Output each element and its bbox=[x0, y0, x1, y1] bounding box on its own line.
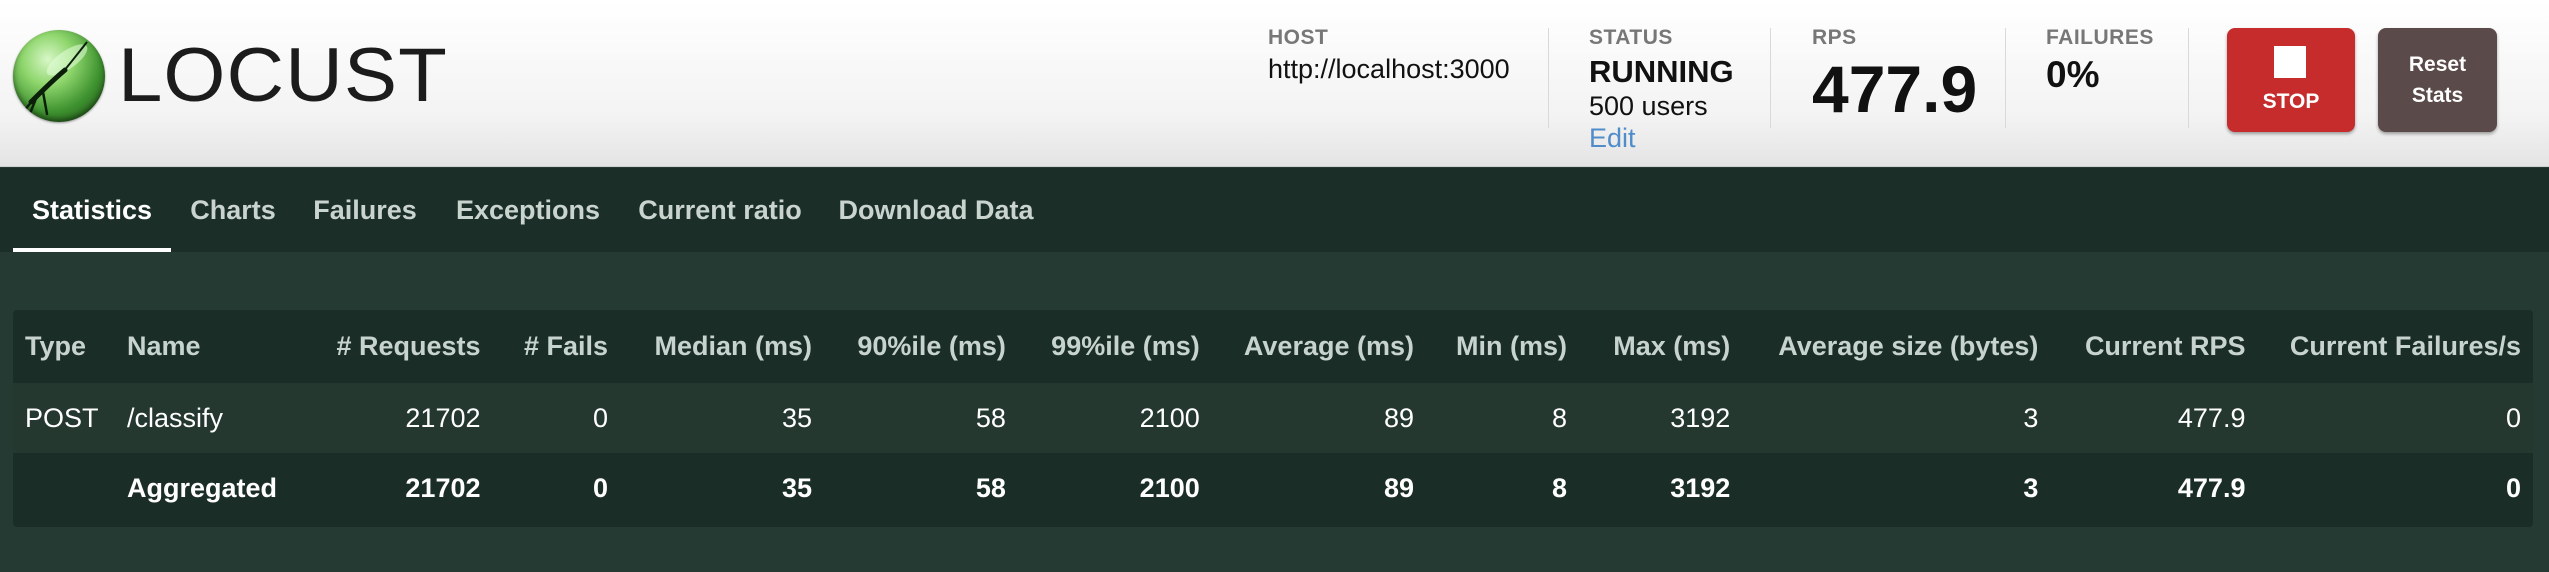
reset-label-line1: Reset bbox=[2408, 53, 2467, 76]
cell-99ile: 2100 bbox=[1139, 472, 1200, 503]
cell-type: POST bbox=[13, 383, 116, 453]
cell-90ile: 58 bbox=[824, 383, 1018, 453]
status-value: RUNNING bbox=[1589, 54, 1734, 89]
cell-avg-size: 3 bbox=[1742, 383, 2051, 453]
column-header-max[interactable]: Max (ms) bbox=[1579, 310, 1742, 383]
cell-fails: 0 bbox=[592, 472, 609, 503]
tab-failures[interactable]: Failures bbox=[304, 168, 426, 252]
tab-bar: Statistics Charts Failures Exceptions Cu… bbox=[0, 168, 2549, 252]
cell-average: 89 bbox=[1211, 383, 1426, 453]
stop-button[interactable]: STOP bbox=[2227, 28, 2355, 132]
cell-current-rps: 477.9 bbox=[2177, 472, 2246, 503]
status-label: STATUS bbox=[1589, 26, 1673, 49]
table-header-row: Type Name # Requests # Fails Median (ms)… bbox=[13, 310, 2533, 383]
reset-label-line2: Stats bbox=[2411, 84, 2464, 107]
cell-max: 3192 bbox=[1670, 472, 1731, 503]
column-header-requests[interactable]: # Requests bbox=[309, 310, 493, 383]
cell-min: 8 bbox=[1552, 472, 1568, 503]
column-header-min[interactable]: Min (ms) bbox=[1426, 310, 1579, 383]
divider bbox=[2188, 28, 2189, 128]
cell-max: 3192 bbox=[1579, 383, 1743, 453]
locust-logo-icon bbox=[13, 30, 105, 122]
column-header-avg-size[interactable]: Average size (bytes) bbox=[1742, 310, 2050, 383]
column-header-average[interactable]: Average (ms) bbox=[1212, 310, 1426, 383]
rps-value: 477.9 bbox=[1812, 52, 1978, 126]
divider bbox=[1770, 28, 1771, 128]
host-label: HOST bbox=[1268, 26, 1329, 49]
tab-exceptions[interactable]: Exceptions bbox=[445, 168, 611, 252]
column-header-type[interactable]: Type bbox=[13, 310, 115, 383]
tab-charts[interactable]: Charts bbox=[180, 168, 286, 252]
header: LOCUST HOST http://localhost:3000 STATUS… bbox=[0, 0, 2549, 167]
failures-value: 0% bbox=[2046, 54, 2100, 95]
cell-fails: 0 bbox=[492, 383, 621, 453]
rps-label: RPS bbox=[1812, 26, 1857, 49]
cell-99ile: 2100 bbox=[1017, 383, 1212, 453]
failures-label: FAILURES bbox=[2046, 26, 2154, 49]
host-value: http://localhost:3000 bbox=[1268, 54, 1510, 84]
divider bbox=[2005, 28, 2006, 128]
edit-users-link[interactable]: Edit bbox=[1589, 122, 1734, 154]
column-header-90ile[interactable]: 90%ile (ms) bbox=[824, 310, 1018, 383]
cell-type bbox=[13, 453, 115, 523]
statistics-table-panel: Type Name # Requests # Fails Median (ms)… bbox=[13, 310, 2533, 527]
rps-block: RPS 477.9 bbox=[1812, 26, 1977, 124]
statistics-table: Type Name # Requests # Fails Median (ms)… bbox=[13, 310, 2533, 523]
cell-requests: 21702 bbox=[405, 472, 481, 503]
user-count: 500 users bbox=[1589, 91, 1708, 121]
cell-current-failures: 0 bbox=[2257, 383, 2533, 453]
divider bbox=[1548, 28, 1549, 128]
column-header-median[interactable]: Median (ms) bbox=[620, 310, 824, 383]
reset-stats-button[interactable]: Reset Stats bbox=[2378, 28, 2497, 132]
cell-90ile: 58 bbox=[975, 472, 1006, 503]
table-row-aggregated: Aggregated 21702 0 35 58 2100 89 8 3192 … bbox=[13, 453, 2533, 523]
status-block: STATUS RUNNING 500 users Edit bbox=[1589, 26, 1734, 154]
logo-text: LOCUST bbox=[118, 33, 448, 118]
cell-name: Aggregated bbox=[127, 472, 278, 503]
cell-name: /classify bbox=[115, 383, 309, 453]
cell-min: 8 bbox=[1426, 383, 1580, 453]
column-header-fails[interactable]: # Fails bbox=[493, 310, 621, 383]
cell-average: 89 bbox=[1383, 472, 1414, 503]
tab-current-ratio[interactable]: Current ratio bbox=[629, 168, 811, 252]
column-header-99ile[interactable]: 99%ile (ms) bbox=[1018, 310, 1212, 383]
cell-median: 35 bbox=[782, 472, 813, 503]
stop-icon bbox=[2274, 46, 2306, 78]
cell-median: 35 bbox=[620, 383, 825, 453]
tab-statistics[interactable]: Statistics bbox=[13, 168, 171, 252]
cell-current-failures: 0 bbox=[2505, 472, 2521, 503]
stop-label: STOP bbox=[2262, 90, 2320, 113]
cell-requests: 21702 bbox=[308, 383, 493, 453]
column-header-current-failures[interactable]: Current Failures/s bbox=[2257, 310, 2533, 383]
failures-block: FAILURES 0% bbox=[2046, 26, 2154, 96]
tab-download-data[interactable]: Download Data bbox=[829, 168, 1043, 252]
table-row: POST /classify 21702 0 35 58 2100 89 8 3… bbox=[13, 383, 2533, 453]
host-block: HOST http://localhost:3000 bbox=[1268, 26, 1510, 86]
column-header-current-rps[interactable]: Current RPS bbox=[2050, 310, 2257, 383]
cell-avg-size: 3 bbox=[2023, 472, 2039, 503]
cell-current-rps: 477.9 bbox=[2050, 383, 2258, 453]
column-header-name[interactable]: Name bbox=[115, 310, 309, 383]
